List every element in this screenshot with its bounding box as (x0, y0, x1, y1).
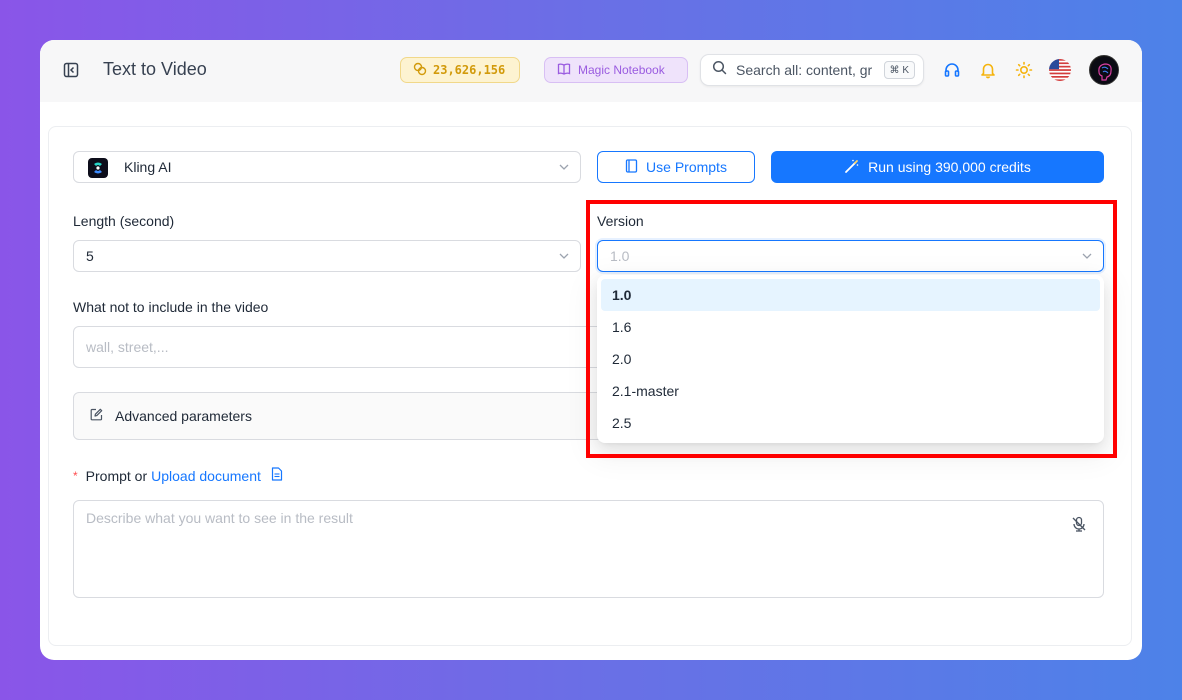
version-select[interactable]: 1.0 (597, 240, 1104, 272)
model-name: Kling AI (124, 159, 172, 175)
negative-prompt-input[interactable] (73, 326, 613, 368)
version-option[interactable]: 2.0 (601, 343, 1100, 375)
credits-count: 23,626,156 (433, 63, 506, 77)
top-bar: Text to Video 23,626,156 Magic Notebook … (40, 40, 1142, 102)
headphones-icon[interactable] (943, 61, 961, 79)
magic-wand-icon (844, 158, 860, 177)
magic-notebook-button[interactable]: Magic Notebook (544, 57, 688, 83)
book-icon (625, 158, 638, 176)
version-option[interactable]: 1.0 (601, 279, 1100, 311)
kling-logo-icon (88, 158, 108, 178)
document-icon[interactable] (271, 467, 283, 484)
bell-icon[interactable] (979, 61, 997, 79)
chevron-down-icon (1082, 253, 1092, 259)
us-flag-icon[interactable] (1049, 59, 1071, 81)
chevron-down-icon (559, 164, 569, 170)
version-dropdown: 1.0 1.6 2.0 2.1-master 2.5 (597, 275, 1104, 443)
length-label: Length (second) (73, 213, 175, 229)
version-value: 1.0 (610, 248, 630, 264)
advanced-parameters-label: Advanced parameters (115, 408, 252, 424)
run-button[interactable]: Run using 390,000 credits (771, 151, 1104, 183)
use-prompts-button[interactable]: Use Prompts (597, 151, 755, 183)
sidebar-collapse-icon[interactable] (62, 61, 80, 79)
prompt-label: Prompt or (85, 467, 148, 484)
version-option[interactable]: 1.6 (601, 311, 1100, 343)
version-option[interactable]: 2.1-master (601, 375, 1100, 407)
edit-icon (90, 408, 103, 424)
search-icon (712, 60, 727, 80)
prompt-textarea[interactable] (73, 500, 1104, 598)
user-avatar[interactable] (1089, 55, 1119, 85)
magic-notebook-label: Magic Notebook (578, 63, 665, 77)
credits-badge[interactable]: 23,626,156 (400, 57, 520, 83)
chevron-down-icon (559, 253, 569, 259)
prompt-label-row: * Prompt or Upload document (73, 467, 283, 484)
advanced-parameters-toggle[interactable]: Advanced parameters (73, 392, 613, 440)
required-mark: * (73, 468, 78, 483)
negative-prompt-label: What not to include in the video (73, 299, 269, 315)
search-shortcut: ⌘ K (883, 61, 915, 79)
upload-document-link[interactable]: Upload document (151, 468, 261, 484)
length-select[interactable]: 5 (73, 240, 581, 272)
microphone-off-icon[interactable] (1070, 515, 1088, 533)
search-input[interactable] (736, 62, 876, 78)
global-search[interactable]: ⌘ K (700, 54, 924, 86)
sun-icon[interactable] (1015, 61, 1033, 79)
coins-icon (413, 62, 427, 79)
version-option[interactable]: 2.5 (601, 407, 1100, 439)
page-title: Text to Video (103, 59, 207, 79)
run-label: Run using 390,000 credits (868, 159, 1031, 175)
book-icon (557, 62, 571, 79)
use-prompts-label: Use Prompts (646, 159, 727, 175)
version-label: Version (597, 213, 644, 229)
model-select[interactable]: Kling AI (73, 151, 581, 183)
length-value: 5 (86, 248, 94, 264)
